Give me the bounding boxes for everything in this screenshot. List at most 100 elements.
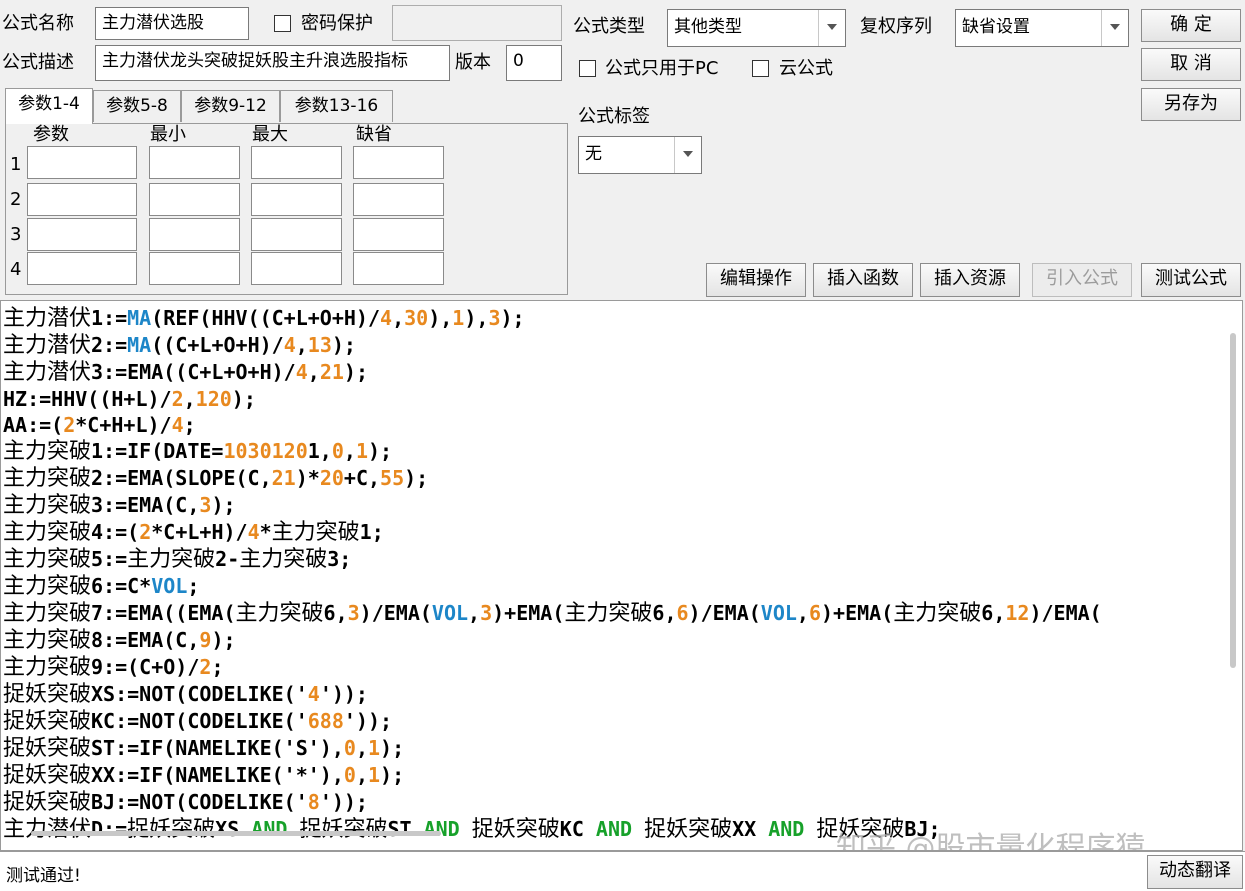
code-token: , (355, 763, 368, 787)
param-name-input[interactable] (27, 183, 137, 216)
cloud-label: 云公式 (779, 58, 833, 79)
chevron-down-icon[interactable] (674, 137, 701, 173)
formula-desc-label: 公式描述 (2, 52, 74, 73)
code-token: 3:=EMA(C, (91, 493, 200, 517)
formula-name-label: 公式名称 (2, 13, 74, 34)
dynamic-translate-button[interactable]: 动态翻译 (1147, 855, 1243, 889)
edit-ops-button[interactable]: 编辑操作 (706, 263, 806, 297)
pc-only-checkbox[interactable] (579, 60, 596, 77)
vertical-scrollbar[interactable] (1230, 333, 1236, 668)
code-token: 捉妖突破 (644, 817, 733, 842)
version-input[interactable]: 0 (506, 45, 562, 81)
code-token: 8 (307, 790, 320, 814)
formula-type-select[interactable]: 其他类型 (667, 9, 846, 47)
code-token: 6, (652, 601, 677, 625)
insert-resource-button[interactable]: 插入资源 (920, 263, 1020, 297)
code-token: 0 (343, 736, 356, 760)
cancel-button[interactable]: 取 消 (1141, 48, 1241, 81)
code-editor[interactable]: 主力潜伏1:=MA(REF(HHV((C+L+O+H)/4,30),1),3);… (0, 300, 1243, 851)
param-name-input[interactable] (27, 146, 137, 179)
code-token: 7:=EMA((EMA( (91, 601, 236, 625)
code-line: 捉妖突破BJ:=NOT(CODELIKE('8')); (3, 789, 1102, 816)
code-token: 1:= (91, 306, 128, 330)
restore-seq-label: 复权序列 (860, 16, 932, 37)
password-input[interactable] (392, 5, 562, 41)
code-token: 120 (195, 387, 232, 411)
code-token: ')); (343, 709, 393, 733)
formula-name-input[interactable]: 主力潜伏选股 (95, 7, 249, 40)
param-name-input[interactable] (27, 218, 137, 251)
code-token: 主力突破 (893, 601, 982, 626)
param-default-input[interactable] (353, 218, 444, 251)
param-max-input[interactable] (251, 146, 342, 179)
code-line: 主力突破5:=主力突破2-主力突破3; (3, 546, 1102, 573)
param-min-input[interactable] (149, 252, 240, 285)
param-name-input[interactable] (27, 252, 137, 285)
code-token: ); (500, 306, 525, 330)
param-min-input[interactable] (149, 218, 240, 251)
code-token: 1, (307, 439, 332, 463)
param-min-input[interactable] (149, 146, 240, 179)
code-line: 主力潜伏3:=EMA((C+L+O+H)/4,21); (3, 359, 1102, 386)
code-line: 主力突破3:=EMA(C,3); (3, 492, 1102, 519)
watermark: 知乎 @股市量化程序猿 (836, 831, 1146, 851)
code-token: 4 (247, 520, 260, 544)
code-token: 4:=( (91, 520, 140, 544)
insert-function-button[interactable]: 插入函数 (813, 263, 913, 297)
code-token: 1 (367, 763, 381, 787)
code-token: 1030120 (223, 439, 308, 463)
code-token: ); (368, 439, 393, 463)
save-as-button[interactable]: 另存为 (1141, 88, 1241, 121)
code-token: 1 (452, 306, 465, 330)
code-token: XX (732, 817, 769, 841)
code-token: ; (211, 655, 224, 679)
param-row-number: 3 (10, 224, 22, 245)
status-bar: 测试通过! (0, 851, 1245, 891)
code-token: 主力潜伏 (3, 817, 92, 842)
horizontal-scrollbar[interactable] (31, 831, 441, 836)
code-token: BJ:=NOT(CODELIKE(' (91, 790, 308, 814)
tab-params-13-16[interactable]: 参数13-16 (280, 90, 393, 122)
code-token: 2:= (91, 333, 128, 357)
chevron-down-icon[interactable] (818, 10, 845, 46)
code-token: 主力潜伏 (3, 333, 92, 358)
param-header-min: 最小 (150, 124, 186, 145)
import-formula-button[interactable]: 引入公式 (1032, 263, 1132, 297)
password-checkbox[interactable] (274, 15, 291, 32)
param-default-input[interactable] (353, 146, 444, 179)
tab-params-1-4[interactable]: 参数1-4 (5, 88, 93, 124)
code-token: 4 (380, 306, 393, 330)
param-min-input[interactable] (149, 183, 240, 216)
restore-seq-select[interactable]: 缺省设置 (955, 9, 1129, 47)
param-max-input[interactable] (251, 252, 342, 285)
code-token: 3:=EMA((C+L+O+H)/ (91, 360, 296, 384)
code-token: 捉妖突破 (299, 817, 388, 842)
code-line: 主力突破8:=EMA(C,9); (3, 627, 1102, 654)
code-token: 1:=IF(DATE= (91, 439, 224, 463)
code-token: 主力突破 (3, 628, 92, 653)
code-token: 3 (199, 493, 212, 517)
param-max-input[interactable] (251, 183, 342, 216)
tag-select[interactable]: 无 (578, 136, 702, 174)
param-default-input[interactable] (353, 252, 444, 285)
formula-desc-input[interactable]: 主力潜伏龙头突破捉妖股主升浪选股指标 (95, 45, 450, 81)
code-token: XX:=IF(NAMELIKE('*'), (91, 763, 344, 787)
cloud-checkbox[interactable] (752, 60, 769, 77)
tab-params-9-12[interactable]: 参数9-12 (181, 90, 280, 122)
code-token: AA:=( (3, 413, 64, 437)
code-token: ); (404, 466, 429, 490)
code-token: 捉妖突破 (471, 817, 560, 842)
param-row-number: 4 (10, 259, 22, 280)
tab-params-5-8[interactable]: 参数5-8 (93, 90, 181, 122)
code-token: 捉妖突破 (3, 682, 92, 707)
param-max-input[interactable] (251, 218, 342, 251)
code-token: , (355, 736, 368, 760)
status-message: 测试通过! (6, 866, 81, 886)
param-default-input[interactable] (353, 183, 444, 216)
code-token: , (343, 439, 356, 463)
param-header-default: 缺省 (356, 124, 392, 145)
ok-button[interactable]: 确 定 (1141, 9, 1241, 42)
test-formula-button[interactable]: 测试公式 (1141, 263, 1241, 297)
chevron-down-icon[interactable] (1101, 10, 1128, 46)
